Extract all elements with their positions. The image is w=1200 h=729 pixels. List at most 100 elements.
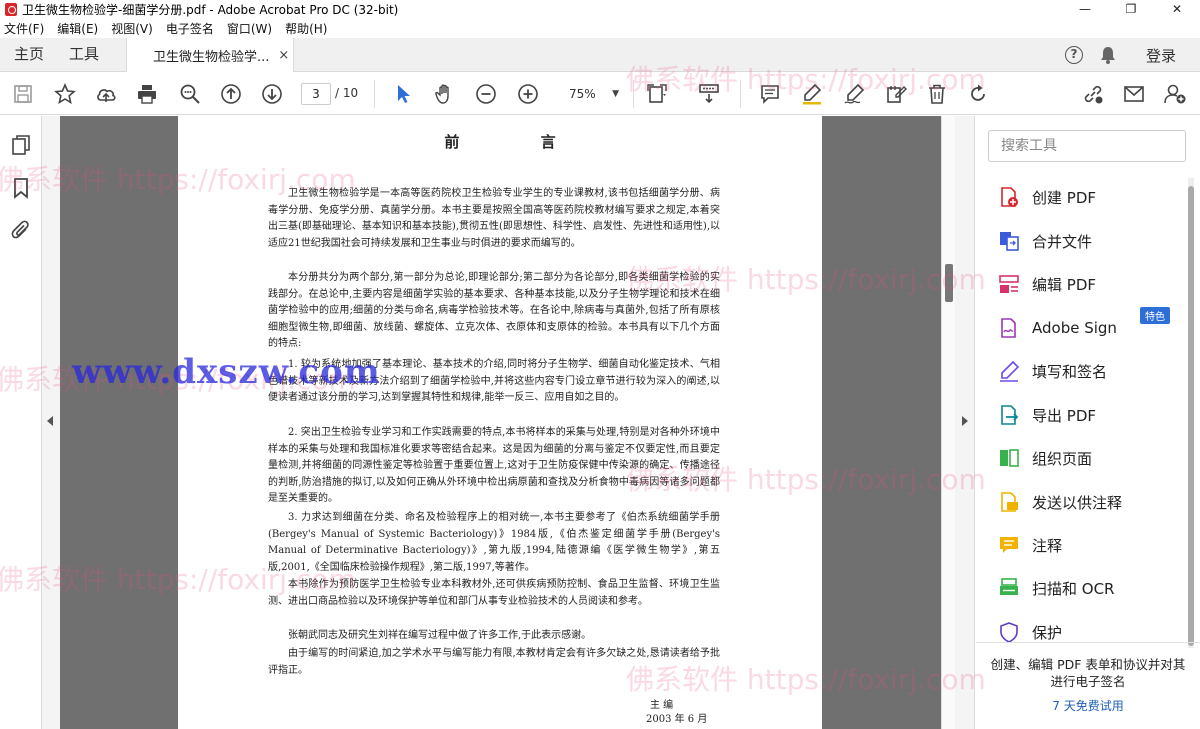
restore-button[interactable]: ❐ <box>1108 0 1154 18</box>
help-icon[interactable]: ? <box>1064 46 1083 64</box>
left-navigation-rail <box>0 116 42 729</box>
paragraph: 由于编写的时间紧迫,加之学术水平与编写能力有限,本教材肯定会有许多欠缺之处,恳请… <box>268 648 720 676</box>
share-link-icon[interactable] <box>1081 82 1105 106</box>
toolbar-divider <box>633 80 634 108</box>
email-icon[interactable] <box>1122 82 1146 106</box>
paragraph: 本书除作为预防医学卫生检验专业本科教材外,还可供疾病预防控制、食品卫生监督、环境… <box>268 579 720 607</box>
promo-text: 创建、编辑 PDF 表单和协议并对其进行电子签名 <box>990 657 1186 689</box>
comment-icon[interactable] <box>758 82 782 106</box>
document-scrollbar[interactable] <box>941 116 955 729</box>
search-tools-input[interactable]: 搜索工具 <box>988 130 1186 162</box>
collapse-right-arrow-icon[interactable] <box>962 416 968 426</box>
pdf-page: 前 言 卫生微生物检验学是一本高等医药院校卫生检验专业学生的专业课教材,该书包括… <box>178 116 822 729</box>
create-pdf-icon <box>998 186 1020 208</box>
draw-pen-icon[interactable] <box>842 82 866 106</box>
title-bar: 卫生微生物检验学-细菌学分册.pdf - Adobe Acrobat Pro D… <box>0 0 1200 18</box>
menu-view[interactable]: 视图(V) <box>111 20 153 37</box>
tool-send-for-comments[interactable]: 发送以供注释 <box>998 487 1178 517</box>
tab-home[interactable]: 主页 <box>14 38 44 71</box>
promo-divider <box>976 642 1200 643</box>
zoom-out-icon[interactable] <box>474 82 498 106</box>
featured-badge: 特色 <box>1140 307 1170 324</box>
main-toolbar: 3 / 10 75% ▼ <box>0 72 1200 115</box>
page-number-input[interactable]: 3 <box>301 83 331 105</box>
toolbar-divider <box>740 80 741 108</box>
select-pointer-icon[interactable] <box>392 82 416 106</box>
menu-help[interactable]: 帮助(H) <box>285 20 327 37</box>
page-fit-icon[interactable] <box>645 82 669 106</box>
tool-label: Adobe Sign <box>1032 319 1117 337</box>
tool-fill-sign[interactable]: 填写和签名 <box>998 356 1178 386</box>
paragraph: 3. 力求达到细菌在分类、命名及检验程序上的相对统一,本书主要参考了《伯杰系统细… <box>268 512 720 573</box>
paragraph: 1. 较为系统地加强了基本理论、基本技术的介绍,同时将分子生物学、细菌自动化鉴定… <box>268 359 720 403</box>
add-user-icon[interactable] <box>1163 82 1187 106</box>
scroll-mode-icon[interactable] <box>697 82 721 106</box>
menu-bar: 文件(F) 编辑(E) 视图(V) 电子签名 窗口(W) 帮助(H) <box>0 18 1200 38</box>
paragraph: 张朝武同志及研究生刘祥在编写过程中做了许多工作,于此表示感谢。 <box>288 630 592 641</box>
tool-scan-ocr[interactable]: 扫描和 OCR <box>998 573 1178 603</box>
tab-document[interactable]: 卫生微生物检验学... × <box>126 38 294 72</box>
free-trial-link[interactable]: 7 天免费试用 <box>976 697 1200 714</box>
menu-window[interactable]: 窗口(W) <box>227 20 272 37</box>
tool-label: 合并文件 <box>1032 232 1093 251</box>
tools-scrollbar[interactable] <box>1188 178 1194 648</box>
zoom-level-select[interactable]: 75% ▼ <box>559 83 627 105</box>
minimize-button[interactable]: — <box>1062 0 1108 18</box>
delete-trash-icon[interactable] <box>925 82 949 106</box>
bookmark-star-icon[interactable] <box>53 82 77 106</box>
bell-icon[interactable] <box>1100 46 1116 64</box>
combine-files-icon <box>998 230 1020 252</box>
window-title: 卫生微生物检验学-细菌学分册.pdf - Adobe Acrobat Pro D… <box>22 2 399 17</box>
find-zoom-icon[interactable] <box>178 82 202 106</box>
stamp-edit-icon[interactable] <box>884 82 908 106</box>
tool-comment[interactable]: 注释 <box>998 530 1178 560</box>
attachments-paperclip-icon[interactable] <box>10 220 32 242</box>
tab-close-button[interactable]: × <box>278 48 289 63</box>
login-button[interactable]: 登录 <box>1146 45 1176 66</box>
print-icon[interactable] <box>135 82 159 106</box>
paragraph: 2. 突出卫生检验专业学习和工作实践需要的特点,本书将样本的采集与处理,特别是对… <box>268 427 720 504</box>
organize-pages-icon <box>998 447 1020 469</box>
tool-label: 填写和签名 <box>1032 362 1108 381</box>
next-page-icon[interactable] <box>260 82 284 106</box>
page-thumbnails-icon[interactable] <box>10 134 32 156</box>
collapse-left-arrow-icon[interactable] <box>47 416 53 426</box>
tool-export-pdf[interactable]: 导出 PDF <box>998 400 1178 430</box>
signature-date: 2003 年 6 月 <box>646 714 708 725</box>
tool-label: 创建 PDF <box>1032 188 1096 207</box>
highlight-pen-icon[interactable] <box>800 82 824 106</box>
bookmarks-icon[interactable] <box>10 177 32 199</box>
adobe-sign-icon <box>998 317 1020 339</box>
window-controls: — ❐ ✕ <box>1062 0 1200 18</box>
tool-organize-pages[interactable]: 组织页面 <box>998 443 1178 473</box>
tool-label: 保护 <box>1032 623 1063 642</box>
save-icon[interactable] <box>11 82 35 106</box>
upload-cloud-icon[interactable] <box>94 82 118 106</box>
menu-file[interactable]: 文件(F) <box>4 20 44 37</box>
protect-icon <box>998 621 1020 643</box>
tab-tools[interactable]: 工具 <box>69 38 99 71</box>
menu-esign[interactable]: 电子签名 <box>166 20 214 37</box>
zoom-in-icon[interactable] <box>516 82 540 106</box>
menu-edit[interactable]: 编辑(E) <box>57 20 98 37</box>
tab-bar: 主页 工具 卫生微生物检验学... × ? 登录 <box>0 38 1200 72</box>
tools-panel: 搜索工具 创建 PDF 合并文件 编辑 PDF Adobe Sign 填写和签名… <box>976 116 1200 729</box>
hand-tool-icon[interactable] <box>433 82 457 106</box>
rotate-icon[interactable] <box>966 82 990 106</box>
paragraph: 本分册共分为两个部分,第一部分为总论,即理论部分;第二部分为各论部分,即各类细菌… <box>268 272 720 349</box>
tool-edit-pdf[interactable]: 编辑 PDF <box>998 269 1178 299</box>
tools-scrollbar-thumb[interactable] <box>1188 186 1194 646</box>
tool-label: 发送以供注释 <box>1032 493 1123 512</box>
close-window-button[interactable]: ✕ <box>1154 0 1200 18</box>
scrollbar-thumb[interactable] <box>945 264 953 302</box>
tab-document-label: 卫生微生物检验学... <box>153 49 270 65</box>
toolbar-divider <box>374 80 375 108</box>
signature-editor: 主 编 <box>650 700 674 711</box>
edit-pdf-icon <box>998 273 1020 295</box>
tool-combine-files[interactable]: 合并文件 <box>998 226 1178 256</box>
tab-bar-right: ? 登录 <box>1064 38 1200 72</box>
previous-page-icon[interactable] <box>219 82 243 106</box>
tool-label: 编辑 PDF <box>1032 275 1096 294</box>
page-total: / 10 <box>335 86 359 100</box>
tool-create-pdf[interactable]: 创建 PDF <box>998 182 1178 212</box>
